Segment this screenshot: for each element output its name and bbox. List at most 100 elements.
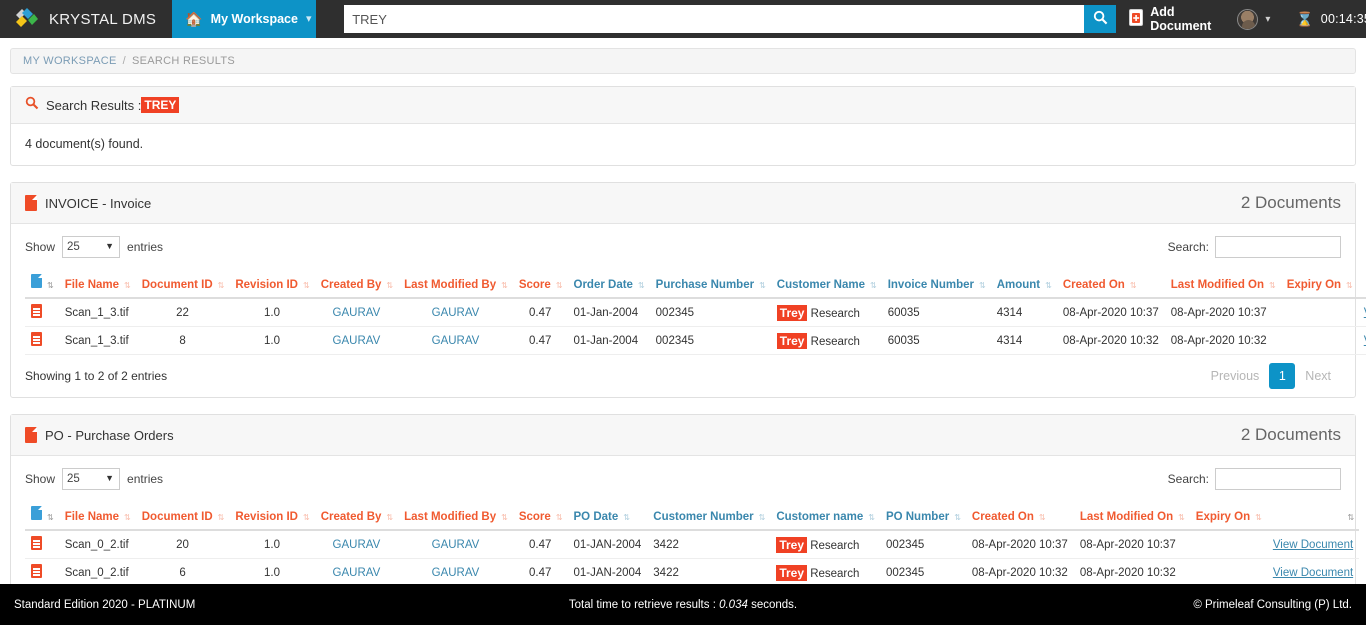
tab-my-workspace[interactable]: 🏠 My Workspace ▾	[172, 0, 316, 38]
table-row[interactable]: Scan_0_2.tif201.0GAURAVGAURAV0.4701-JAN-…	[25, 530, 1359, 559]
user-link[interactable]: GAURAV	[333, 335, 381, 347]
cell-document_id: 20	[136, 530, 230, 559]
column-header[interactable]: Document ID⇅	[136, 270, 230, 298]
column-header[interactable]: PO Date⇅	[568, 502, 648, 530]
column-header[interactable]: File Name⇅	[59, 502, 136, 530]
column-header-label: Revision ID	[235, 279, 298, 291]
cell-last_modified_by: GAURAV	[398, 327, 513, 355]
column-header-icon[interactable]: ⇅	[25, 270, 59, 298]
document-type-icon	[25, 195, 37, 211]
column-header[interactable]: Revision ID⇅	[229, 270, 314, 298]
view-document-cell[interactable]: View Document	[1267, 559, 1359, 587]
column-header[interactable]: PO Number⇅	[880, 502, 966, 530]
cell-score: 0.47	[513, 298, 568, 327]
match-highlight: Trey	[777, 305, 808, 321]
column-header[interactable]: File Name⇅	[59, 270, 136, 298]
user-link[interactable]: GAURAV	[333, 567, 381, 579]
add-document-button[interactable]: Add Document	[1116, 0, 1224, 38]
view-document-link[interactable]: View Document	[1273, 567, 1353, 579]
column-header[interactable]: Last Modified On⇅	[1074, 502, 1190, 530]
brand[interactable]: KRYSTAL DMS	[0, 0, 172, 38]
user-link[interactable]: GAURAV	[432, 335, 480, 347]
column-header[interactable]: Invoice Number⇅	[882, 270, 991, 298]
table-search-input[interactable]	[1215, 468, 1341, 490]
table-row[interactable]: Scan_1_3.tif221.0GAURAVGAURAV0.4701-Jan-…	[25, 298, 1366, 327]
sort-icon: ⇅	[386, 281, 392, 290]
cell-invoice_number: 60035	[882, 327, 991, 355]
sort-icon: ⇅	[623, 513, 629, 522]
pagination-page-1[interactable]: 1	[1269, 363, 1295, 389]
search-button[interactable]	[1084, 5, 1116, 33]
cell-last_modified_by: GAURAV	[398, 530, 513, 559]
user-link[interactable]: GAURAV	[333, 539, 381, 551]
cell-created_by: GAURAV	[315, 298, 398, 327]
column-header-label: Created On	[1063, 279, 1125, 291]
column-header-action[interactable]: ⇅	[1358, 270, 1366, 298]
cell-last_modified_by: GAURAV	[398, 559, 513, 587]
column-header-label: Revision ID	[235, 511, 298, 523]
column-header[interactable]: Customer name⇅	[770, 502, 880, 530]
column-header[interactable]: Customer Number⇅	[647, 502, 770, 530]
cell-created_by: GAURAV	[315, 327, 398, 355]
cell-file_name: Scan_1_3.tif	[59, 298, 136, 327]
document-type-icon	[25, 427, 37, 443]
column-header[interactable]: Last Modified By⇅	[398, 270, 513, 298]
footer-retrieve-time: Total time to retrieve results : 0.034 s…	[0, 599, 1366, 611]
cell-expiry_on	[1190, 530, 1267, 559]
column-header[interactable]: Expiry On⇅	[1281, 270, 1358, 298]
column-header[interactable]: Document ID⇅	[136, 502, 230, 530]
cell-file_name: Scan_1_3.tif	[59, 327, 136, 355]
customer-name-rest: Research	[807, 308, 859, 320]
column-header[interactable]: Created By⇅	[315, 502, 398, 530]
user-link[interactable]: GAURAV	[432, 539, 480, 551]
column-header[interactable]: Customer Name⇅	[771, 270, 882, 298]
add-document-icon	[1129, 9, 1143, 29]
column-header-icon[interactable]: ⇅	[25, 502, 59, 530]
view-document-cell[interactable]: View Document	[1267, 530, 1359, 559]
footer: Standard Edition 2020 - PLATINUM Total t…	[0, 584, 1366, 625]
column-header[interactable]: Created On⇅	[966, 502, 1074, 530]
column-header[interactable]: Created On⇅	[1057, 270, 1165, 298]
column-header[interactable]: Revision ID ⇅	[229, 502, 314, 530]
column-header[interactable]: Purchase Number⇅	[650, 270, 771, 298]
column-header[interactable]: Last Modified On⇅	[1165, 270, 1281, 298]
column-header[interactable]: Score⇅	[513, 270, 568, 298]
view-document-link[interactable]: View Document	[1273, 539, 1353, 551]
cell-order_date: 01-Jan-2004	[568, 327, 650, 355]
view-document-cell[interactable]: View Document	[1358, 298, 1366, 327]
column-header-label: Created By	[321, 279, 382, 291]
table-row[interactable]: Scan_0_2.tif61.0GAURAVGAURAV0.4701-JAN-2…	[25, 559, 1359, 587]
view-document-cell[interactable]: View Document	[1358, 327, 1366, 355]
search-icon	[1093, 10, 1108, 28]
table-row[interactable]: Scan_1_3.tif81.0GAURAVGAURAV0.4701-Jan-2…	[25, 327, 1366, 355]
column-header[interactable]: Order Date⇅	[568, 270, 650, 298]
search-input[interactable]	[344, 5, 1084, 33]
column-header[interactable]: Amount⇅	[991, 270, 1057, 298]
column-header[interactable]: Score⇅	[513, 502, 568, 530]
column-header[interactable]: Expiry On⇅	[1190, 502, 1267, 530]
sort-icon: ⇅	[303, 513, 309, 522]
document-count-label: 2 Documents	[1241, 193, 1341, 213]
column-header-label: Customer Number	[653, 511, 753, 523]
user-menu[interactable]: ▾	[1224, 0, 1283, 38]
cell-last_modified_on: 08-Apr-2020 10:32	[1165, 327, 1281, 355]
user-link[interactable]: GAURAV	[432, 567, 480, 579]
user-link[interactable]: GAURAV	[333, 307, 381, 319]
pagination-next[interactable]: Next	[1295, 369, 1341, 383]
document-icon	[31, 506, 42, 520]
breadcrumb-separator: /	[123, 55, 126, 67]
user-link[interactable]: GAURAV	[432, 307, 480, 319]
cell-expiry_on	[1281, 298, 1358, 327]
column-header-label: Order Date	[574, 279, 633, 291]
pagination-previous[interactable]: Previous	[1201, 369, 1270, 383]
table-search-input[interactable]	[1215, 236, 1341, 258]
sort-icon: ⇅	[501, 281, 507, 290]
page-length-select[interactable]: 102550100	[62, 236, 120, 258]
column-header-action[interactable]: ⇅	[1267, 502, 1359, 530]
chevron-down-icon[interactable]: ▾	[306, 14, 312, 25]
breadcrumb-my-workspace[interactable]: MY WORKSPACE	[23, 55, 117, 67]
page-length-select[interactable]: 102550100	[62, 468, 120, 490]
column-header[interactable]: Created By ⇅	[315, 270, 398, 298]
document-section-title: PO - Purchase Orders	[25, 427, 174, 443]
column-header[interactable]: Last Modified By⇅	[398, 502, 513, 530]
